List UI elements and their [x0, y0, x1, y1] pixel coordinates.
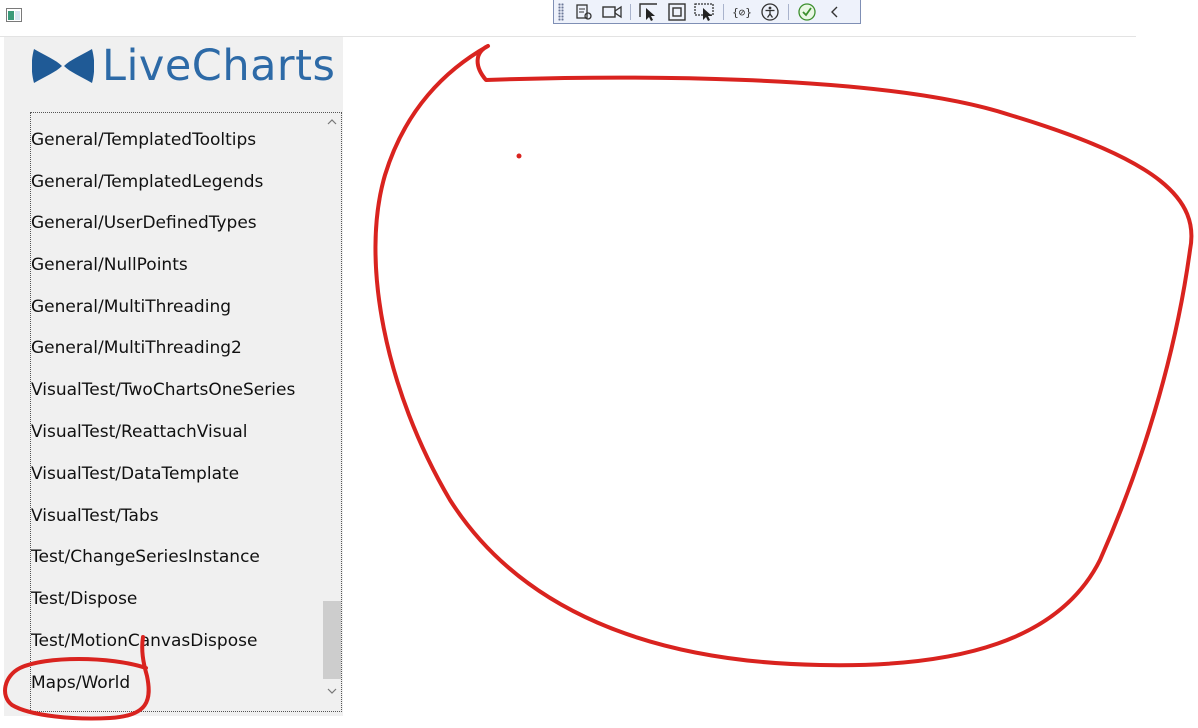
annotation-loop-main-area	[373, 44, 1194, 668]
toolbar-separator	[723, 3, 724, 20]
annotation-dot	[516, 153, 522, 159]
list-item[interactable]: General/MultiThreading2	[31, 335, 242, 361]
list-item[interactable]: Test/Dispose	[31, 586, 137, 612]
scroll-up-icon[interactable]	[327, 117, 337, 127]
list-item[interactable]: General/TemplatedTooltips	[31, 127, 256, 153]
sidebar: LiveCharts General/TemplatedTooltips Gen…	[4, 37, 343, 716]
camera-icon[interactable]	[601, 2, 623, 22]
list-item[interactable]: General/MultiThreading	[31, 294, 231, 320]
list-item[interactable]: General/NullPoints	[31, 252, 188, 278]
list-item[interactable]: VisualTest/TwoChartsOneSeries	[31, 377, 295, 403]
list-item[interactable]: General/UserDefinedTypes	[31, 210, 257, 236]
list-item[interactable]: Test/MotionCanvasDispose	[31, 628, 257, 654]
checkmark-icon[interactable]	[796, 2, 818, 22]
scroll-down-icon[interactable]	[327, 686, 337, 696]
pointer-select-icon[interactable]	[638, 2, 660, 22]
select-element-icon[interactable]	[573, 2, 595, 22]
collapse-icon[interactable]	[824, 2, 846, 22]
app-window: {⊘} LiveCharts General/TemplatedTooltips…	[0, 0, 1198, 728]
list-item[interactable]: VisualTest/DataTemplate	[31, 461, 239, 487]
toolbar-separator	[788, 3, 789, 20]
list-item[interactable]: VisualTest/Tabs	[31, 503, 159, 529]
list-item[interactable]: Maps/World	[31, 670, 130, 696]
debug-toolbar: {⊘}	[553, 0, 861, 24]
track-focus-icon[interactable]	[694, 2, 716, 22]
toolbar-grip[interactable]	[558, 2, 564, 21]
toolbar-separator	[630, 3, 631, 20]
svg-text:{⊘}: {⊘}	[733, 6, 751, 19]
scroll-thumb[interactable]	[323, 601, 341, 679]
livecharts-logo-icon	[32, 49, 94, 83]
logo-text: LiveCharts	[102, 41, 336, 91]
window-icon	[6, 8, 22, 22]
list-item[interactable]: VisualTest/ReattachVisual	[31, 419, 248, 445]
display-layout-adorners-icon[interactable]	[666, 2, 688, 22]
accessibility-icon[interactable]	[759, 2, 781, 22]
list-item[interactable]: General/TemplatedLegends	[31, 169, 263, 195]
samples-list[interactable]: General/TemplatedTooltips General/Templa…	[30, 112, 342, 712]
list-item[interactable]: Test/ChangeSeriesInstance	[31, 544, 260, 570]
list-scrollbar[interactable]	[323, 113, 341, 711]
binding-failures-icon[interactable]: {⊘}	[731, 2, 753, 22]
livecharts-logo: LiveCharts	[32, 41, 335, 91]
